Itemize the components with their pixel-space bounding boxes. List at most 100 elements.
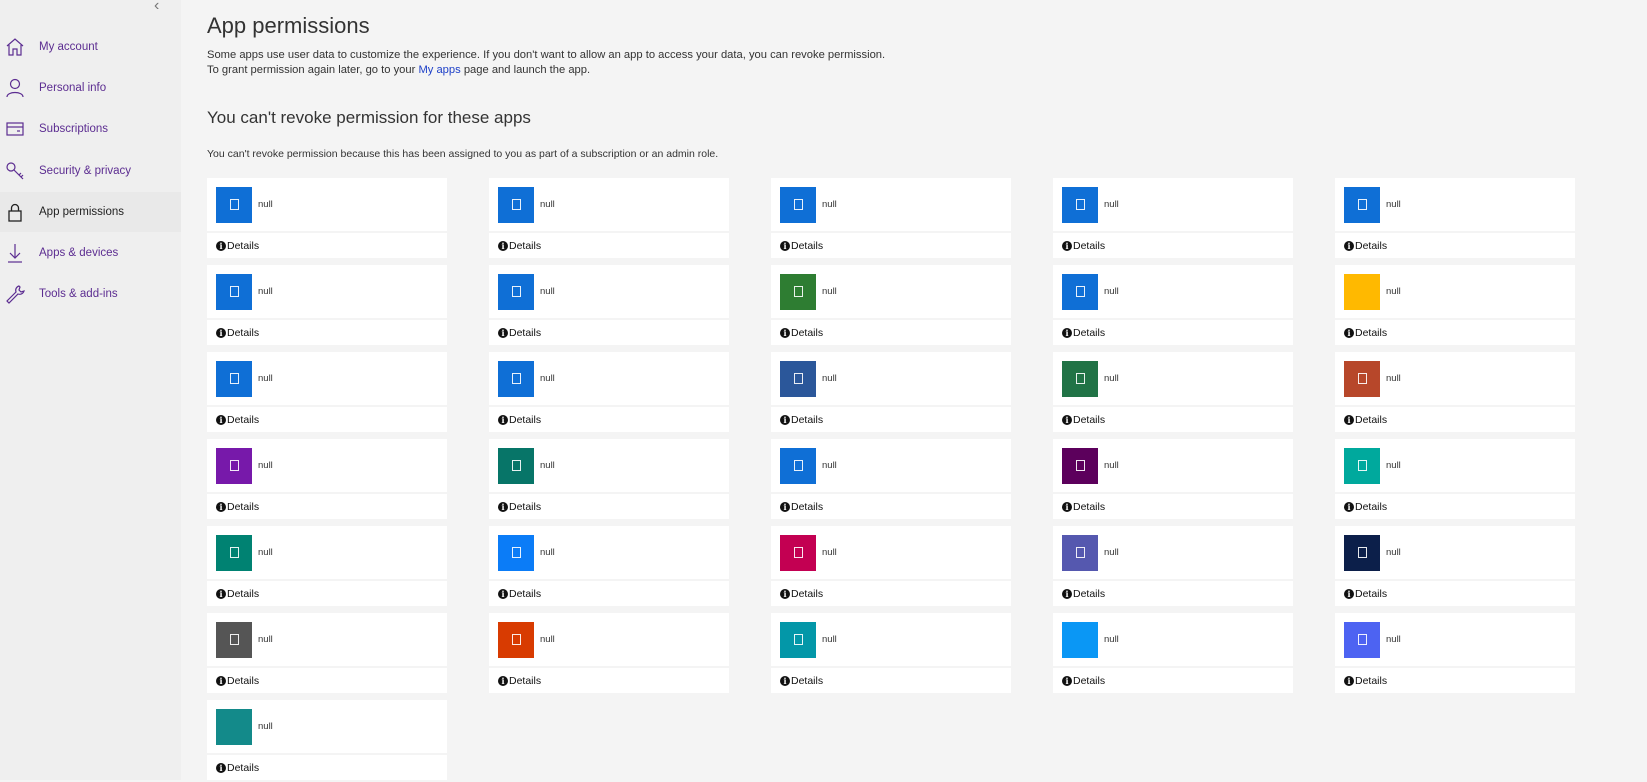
app-card-footer: i Details	[1053, 407, 1293, 432]
details-label: Details	[227, 239, 260, 252]
details-link[interactable]: i Details	[498, 501, 541, 513]
details-link[interactable]: i Details	[1344, 414, 1387, 426]
sidebar-item-apps-devices[interactable]: Apps & devices	[0, 233, 181, 273]
app-card-header: null	[1053, 265, 1293, 318]
details-label: Details	[1355, 413, 1388, 426]
app-card: null i Details	[207, 439, 447, 521]
info-icon: i	[1344, 414, 1354, 425]
app-card-header: null	[1053, 178, 1293, 231]
app-card-footer: i Details	[771, 233, 1011, 258]
details-link[interactable]: i Details	[1062, 414, 1105, 426]
app-card: null i Details	[771, 439, 1011, 521]
details-label: Details	[1355, 674, 1388, 687]
section-description: You can't revoke permission because this…	[207, 148, 719, 160]
app-card: null i Details	[1053, 178, 1293, 260]
sidebar-item-personal-info[interactable]: Personal info	[0, 68, 181, 108]
my-apps-link[interactable]: My apps	[418, 64, 460, 76]
details-link[interactable]: i Details	[1344, 501, 1387, 513]
info-icon: i	[216, 240, 226, 251]
details-link[interactable]: i Details	[498, 414, 541, 426]
details-link[interactable]: i Details	[1062, 240, 1105, 252]
app-card-footer: i Details	[207, 407, 447, 432]
card-icon	[5, 119, 25, 139]
app-card-footer: i Details	[1335, 320, 1575, 345]
page-title: App permissions	[207, 13, 370, 38]
app-tile-icon	[498, 534, 534, 571]
details-link[interactable]: i Details	[780, 588, 823, 600]
app-card-footer: i Details	[207, 581, 447, 606]
app-tile-icon	[1344, 447, 1380, 484]
details-link[interactable]: i Details	[216, 588, 259, 600]
info-icon: i	[1344, 240, 1354, 251]
sidebar-item-my-account[interactable]: My account	[0, 27, 181, 67]
app-card: null i Details	[207, 178, 447, 260]
details-link[interactable]: i Details	[1344, 675, 1387, 687]
details-link[interactable]: i Details	[780, 414, 823, 426]
details-link[interactable]: i Details	[1062, 588, 1105, 600]
details-link[interactable]: i Details	[780, 501, 823, 513]
app-tile-icon	[1062, 360, 1098, 397]
details-link[interactable]: i Details	[216, 501, 259, 513]
key-icon	[5, 161, 25, 181]
details-label: Details	[1073, 587, 1106, 600]
details-link[interactable]: i Details	[216, 327, 259, 339]
app-card-header: null	[771, 613, 1011, 666]
collapse-sidebar-chevron-icon[interactable]: ‹	[154, 0, 168, 14]
details-link[interactable]: i Details	[216, 762, 259, 774]
app-card-footer: i Details	[489, 407, 729, 432]
app-tile-icon	[1062, 534, 1098, 571]
app-name: null	[1104, 199, 1119, 210]
app-card: null i Details	[489, 178, 729, 260]
intro-line-2: To grant permission again later, go to y…	[207, 63, 885, 78]
details-label: Details	[509, 413, 542, 426]
app-tile-icon	[498, 447, 534, 484]
details-link[interactable]: i Details	[498, 327, 541, 339]
app-card-header: null	[207, 613, 447, 666]
details-link[interactable]: i Details	[1344, 327, 1387, 339]
app-card: null i Details	[207, 700, 447, 782]
app-tile-icon	[780, 534, 816, 571]
app-card-header: null	[207, 526, 447, 579]
app-tile-icon	[216, 621, 252, 658]
info-icon: i	[498, 588, 508, 599]
details-link[interactable]: i Details	[1344, 240, 1387, 252]
details-label: Details	[227, 587, 260, 600]
details-link[interactable]: i Details	[1062, 327, 1105, 339]
app-tile-icon	[1344, 621, 1380, 658]
sidebar-item-subscriptions[interactable]: Subscriptions	[0, 109, 181, 149]
sidebar: ‹ My account Personal info Subscriptions…	[0, 0, 181, 780]
app-tile-icon	[1344, 360, 1380, 397]
info-icon: i	[1062, 414, 1072, 425]
info-icon: i	[1344, 501, 1354, 512]
sidebar-item-tools-add-ins[interactable]: Tools & add-ins	[0, 274, 181, 314]
details-link[interactable]: i Details	[1062, 675, 1105, 687]
app-name: null	[1104, 373, 1119, 384]
app-card-header: null	[1053, 526, 1293, 579]
details-link[interactable]: i Details	[780, 327, 823, 339]
details-link[interactable]: i Details	[498, 240, 541, 252]
details-link[interactable]: i Details	[780, 675, 823, 687]
missing-glyph-icon	[511, 286, 521, 297]
sidebar-item-label: Subscriptions	[39, 123, 109, 135]
details-link[interactable]: i Details	[498, 675, 541, 687]
details-link[interactable]: i Details	[216, 414, 259, 426]
details-link[interactable]: i Details	[1344, 588, 1387, 600]
sidebar-item-app-permissions[interactable]: App permissions	[0, 192, 181, 232]
sidebar-item-security-privacy[interactable]: Security & privacy	[0, 151, 181, 191]
details-label: Details	[509, 239, 542, 252]
details-link[interactable]: i Details	[1062, 501, 1105, 513]
app-name: null	[258, 286, 273, 297]
details-link[interactable]: i Details	[498, 588, 541, 600]
details-link[interactable]: i Details	[780, 240, 823, 252]
details-link[interactable]: i Details	[216, 675, 259, 687]
details-label: Details	[227, 674, 260, 687]
app-card: null i Details	[1053, 439, 1293, 521]
sidebar-item-label: Security & privacy	[39, 165, 132, 177]
app-card-footer: i Details	[1053, 494, 1293, 519]
app-name: null	[822, 634, 837, 645]
details-link[interactable]: i Details	[216, 240, 259, 252]
info-icon: i	[780, 414, 790, 425]
app-name: null	[258, 460, 273, 471]
app-card-header: null	[1335, 613, 1575, 666]
app-tile-icon	[1062, 447, 1098, 484]
